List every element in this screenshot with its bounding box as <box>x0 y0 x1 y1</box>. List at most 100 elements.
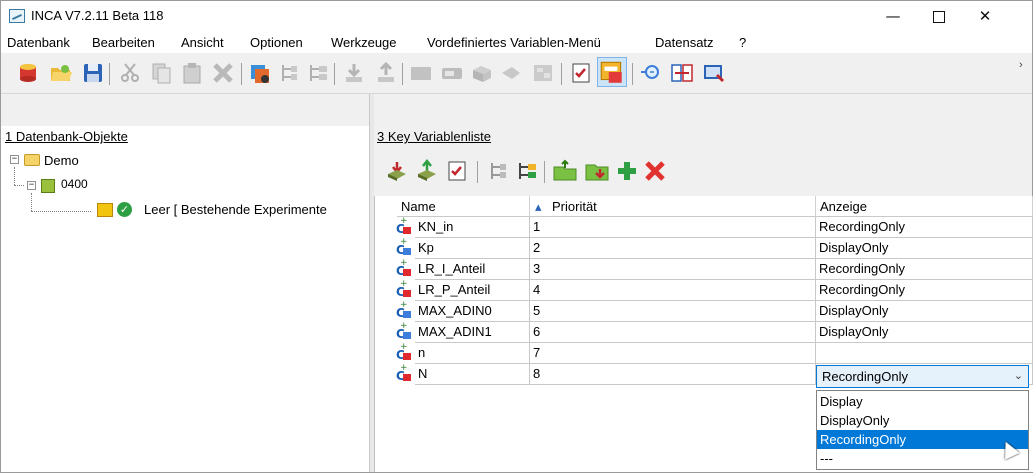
column-header-anzeige[interactable]: Anzeige <box>816 196 1033 217</box>
tree-expand-icon[interactable] <box>514 159 540 183</box>
export-icon[interactable] <box>373 61 399 85</box>
tree-node-0400[interactable]: 0400 <box>61 177 88 191</box>
maximize-icon <box>933 10 945 23</box>
menu-optionen[interactable]: Optionen <box>250 35 303 50</box>
table-row[interactable]: + C LR_I_Anteil 3 RecordingOnly <box>375 258 1033 280</box>
remove-icon[interactable] <box>642 159 668 183</box>
paste-icon[interactable] <box>179 61 205 85</box>
cell-priority[interactable]: 5 <box>530 301 816 322</box>
anzeige-dropdown-list: Display DisplayOnly RecordingOnly --- <box>816 390 1029 470</box>
cell-priority[interactable]: 4 <box>530 280 816 301</box>
monitor-icon[interactable] <box>701 61 727 85</box>
column-header-name[interactable]: Name <box>397 196 530 217</box>
cell-priority[interactable]: 1 <box>530 217 816 238</box>
table-row[interactable]: + Cn 7 <box>375 342 1033 364</box>
cell-anzeige[interactable] <box>816 343 1033 364</box>
cell-priority[interactable]: 2 <box>530 238 816 259</box>
workspace-icon[interactable] <box>469 61 495 85</box>
cell-anzeige[interactable]: RecordingOnly <box>816 280 1033 301</box>
column-header-priority[interactable]: ▴ Priorität <box>530 196 816 217</box>
cut-icon[interactable] <box>117 61 143 85</box>
menu-datensatz[interactable]: Datensatz <box>655 35 714 50</box>
cell-anzeige[interactable]: DisplayOnly <box>816 238 1033 259</box>
menu-werkzeuge[interactable]: Werkzeuge <box>331 35 397 50</box>
cell-anzeige[interactable]: DisplayOnly <box>816 322 1033 343</box>
table-row[interactable]: + C MAX_ADIN0 5 DisplayOnly <box>375 300 1033 322</box>
variable-icon: + C <box>396 300 412 320</box>
app-window: INCA V7.2.11 Beta 118 — ✕ Datenbank Bear… <box>0 0 1033 473</box>
variable-icon: + C <box>396 279 412 299</box>
probe-icon[interactable] <box>499 61 525 85</box>
maximize-button[interactable] <box>916 1 962 31</box>
menu-variablen[interactable]: Vordefiniertes Variablen-Menü <box>427 35 601 50</box>
delete-icon[interactable] <box>210 61 236 85</box>
tree-collapse-icon[interactable] <box>277 61 303 85</box>
new-folder-icon[interactable] <box>552 159 578 183</box>
chevron-down-icon[interactable]: ⌄ <box>1014 369 1023 382</box>
tree-collapse-icon[interactable] <box>486 159 512 183</box>
main-toolbar: › <box>1 53 1032 94</box>
tree-expander-demo[interactable]: − <box>10 155 19 164</box>
table-row[interactable]: + C MAX_ADIN1 6 DisplayOnly <box>375 321 1033 343</box>
right-pane-header[interactable]: 3 Key Variablenliste <box>377 129 491 144</box>
table-row[interactable]: + C LR_P_Anteil 4 RecordingOnly <box>375 279 1033 301</box>
cell-name[interactable]: Kp <box>415 238 530 259</box>
table-row[interactable]: + C KN_in 1 RecordingOnly <box>375 216 1033 238</box>
cell-priority[interactable]: 6 <box>530 322 816 343</box>
tree-expand-icon[interactable] <box>305 61 331 85</box>
close-button[interactable]: ✕ <box>962 1 1008 31</box>
toolbar-separator <box>561 63 562 85</box>
import-icon[interactable] <box>384 159 410 183</box>
dropdown-option[interactable]: Display <box>817 392 1028 411</box>
variable-list-toolbar <box>374 151 1032 191</box>
copy-icon[interactable] <box>148 61 174 85</box>
database-icon[interactable] <box>15 61 41 85</box>
dropdown-option[interactable]: --- <box>817 449 1028 468</box>
calibrate-icon[interactable] <box>530 61 556 85</box>
cell-name[interactable]: N <box>415 364 530 385</box>
menu-datenbank[interactable]: Datenbank <box>7 35 70 50</box>
cell-anzeige[interactable]: RecordingOnly <box>816 259 1033 280</box>
cell-priority[interactable]: 8 <box>530 364 816 385</box>
table-row[interactable]: + C Kp 2 DisplayOnly <box>375 237 1033 259</box>
video-icon[interactable] <box>408 61 434 85</box>
anzeige-combobox[interactable]: RecordingOnly ⌄ <box>816 365 1029 388</box>
tree-node-demo[interactable]: Demo <box>44 153 79 168</box>
left-pane-header[interactable]: 1 Datenbank-Objekte <box>5 129 128 144</box>
menu-bearbeiten[interactable]: Bearbeiten <box>92 35 155 50</box>
import-icon[interactable] <box>341 61 367 85</box>
checklist-icon[interactable] <box>568 61 594 85</box>
cell-name[interactable]: LR_I_Anteil <box>415 259 530 280</box>
menu-ansicht[interactable]: Ansicht <box>181 35 224 50</box>
checklist-icon[interactable] <box>444 159 470 183</box>
save-icon[interactable] <box>80 61 106 85</box>
dropdown-option-selected[interactable]: RecordingOnly <box>817 430 1028 449</box>
window-layout-icon[interactable] <box>597 57 627 87</box>
cell-name[interactable]: MAX_ADIN1 <box>415 322 530 343</box>
tree-node-experiment[interactable]: Leer [ Bestehende Experimente <box>144 202 327 217</box>
compare-icon[interactable] <box>669 61 695 85</box>
dropdown-option[interactable]: DisplayOnly <box>817 411 1028 430</box>
folder-open-icon[interactable] <box>48 61 74 85</box>
cell-name[interactable]: LR_P_Anteil <box>415 280 530 301</box>
menu-help[interactable]: ? <box>739 35 746 50</box>
cell-priority[interactable]: 3 <box>530 259 816 280</box>
combobox-value: RecordingOnly <box>822 369 908 384</box>
device-icon[interactable] <box>439 61 465 85</box>
experiment-icon[interactable] <box>247 61 273 85</box>
cell-name[interactable]: n <box>415 343 530 364</box>
zoom-icon[interactable] <box>638 61 664 85</box>
cell-priority[interactable]: 7 <box>530 343 816 364</box>
toolbar-overflow-chevron[interactable]: › <box>1019 59 1023 71</box>
tree-expander-0400[interactable]: − <box>27 181 36 190</box>
cell-anzeige[interactable]: RecordingOnly <box>816 217 1033 238</box>
toolbar-separator <box>334 63 335 85</box>
move-folder-icon[interactable] <box>584 159 610 183</box>
add-icon[interactable] <box>614 159 640 183</box>
cell-name[interactable]: MAX_ADIN0 <box>415 301 530 322</box>
cell-name[interactable]: KN_in <box>415 217 530 238</box>
cell-anzeige[interactable]: DisplayOnly <box>816 301 1033 322</box>
export-icon[interactable] <box>414 159 440 183</box>
variable-icon: + C <box>396 258 412 278</box>
minimize-button[interactable]: — <box>870 1 916 31</box>
